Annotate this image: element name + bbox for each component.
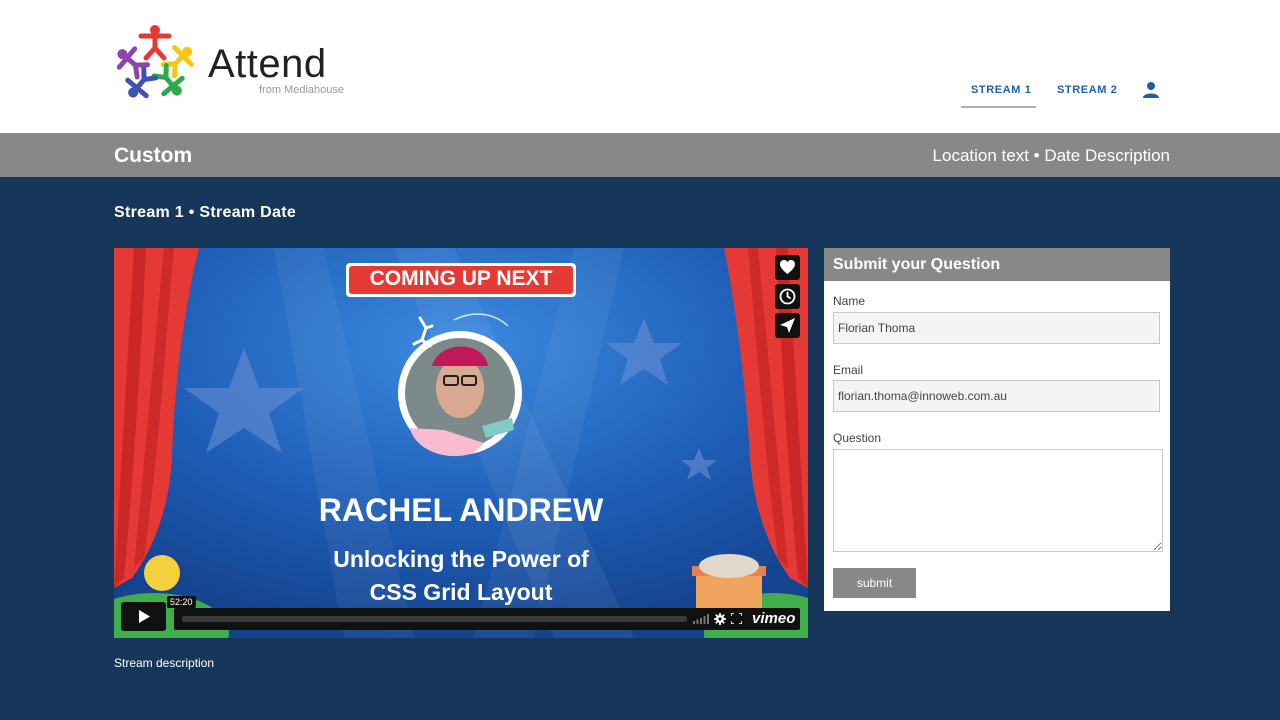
vimeo-logo[interactable]: vimeo [752, 610, 795, 627]
heart-icon [780, 260, 795, 274]
logo-figures-icon [116, 25, 194, 99]
video-speaker-name: RACHEL ANDREW [318, 492, 604, 528]
nav-stream-2[interactable]: STREAM 2 [1057, 84, 1117, 96]
question-label: Question [833, 431, 882, 445]
play-button[interactable] [121, 602, 166, 631]
video-banner-text: COMING UP NEXT [369, 267, 553, 290]
question-form-header: Submit your Question [824, 248, 1170, 281]
send-icon [780, 318, 795, 333]
volume-icon[interactable] [693, 614, 709, 624]
question-form: Submit your Question Name Email Question… [824, 248, 1170, 611]
play-icon [139, 610, 150, 623]
fullscreen-icon[interactable] [731, 613, 742, 624]
progress-track [182, 616, 687, 622]
settings-icon[interactable] [714, 613, 726, 625]
nav-active-indicator [961, 106, 1036, 108]
stream-description: Stream description [114, 656, 215, 670]
stream-heading: Stream 1 • Stream Date [114, 204, 297, 221]
watch-later-button[interactable] [775, 284, 800, 309]
page-meta: Location text • Date Description [932, 146, 1170, 165]
user-icon[interactable] [1142, 81, 1160, 99]
logo-subtitle: from Mediahouse [259, 84, 344, 96]
page-title: Custom [114, 144, 193, 167]
question-form-title: Submit your Question [833, 256, 1001, 273]
video-talk-title-1: Unlocking the Power of [333, 546, 589, 572]
video-duration: 52:20 [167, 596, 196, 608]
progress-bar[interactable]: vimeo [174, 608, 800, 630]
like-button[interactable] [775, 255, 800, 280]
clock-icon [779, 288, 796, 305]
attend-logo[interactable]: Attend from Mediahouse [113, 22, 373, 104]
video-controls: vimeo 52:20 [121, 596, 801, 632]
site-header: Attend from Mediahouse STREAM 1 STREAM 2 [0, 0, 1280, 133]
submit-button[interactable]: submit [833, 568, 916, 598]
email-label: Email [833, 363, 864, 377]
page-title-bar: Custom Location text • Date Description [0, 133, 1280, 177]
share-button[interactable] [775, 313, 800, 338]
logo-title: Attend [208, 42, 327, 86]
email-field[interactable] [833, 380, 1160, 412]
question-textarea[interactable] [833, 449, 1163, 552]
name-label: Name [833, 294, 866, 308]
name-field[interactable] [833, 312, 1160, 344]
video-player[interactable]: COMING UP NEXT RACHEL ANDREW Unlocking t… [114, 248, 808, 638]
nav-stream-1[interactable]: STREAM 1 [971, 84, 1031, 96]
